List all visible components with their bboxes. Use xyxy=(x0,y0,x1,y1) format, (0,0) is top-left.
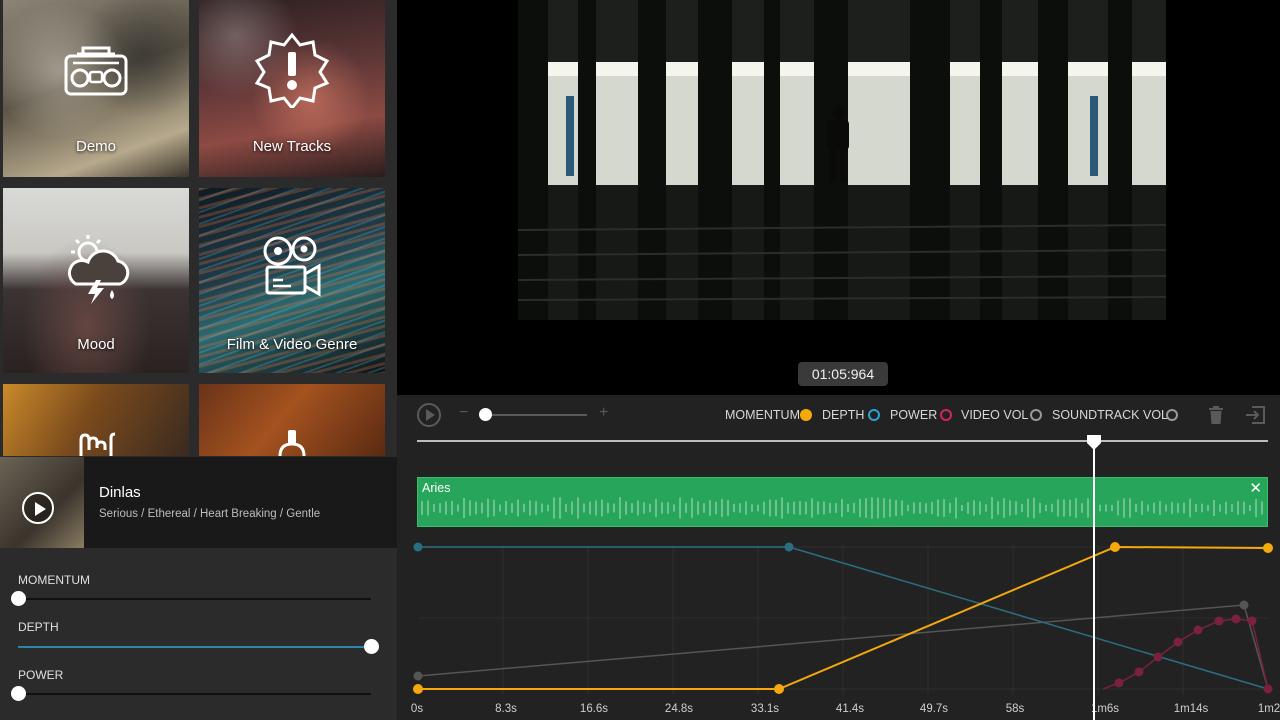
legend-depth[interactable]: DEPTH xyxy=(822,408,864,422)
power-line xyxy=(1102,618,1269,690)
category-tile-instrument[interactable] xyxy=(3,384,189,456)
time-tick-label: 0s xyxy=(410,703,424,715)
film-camera-icon xyxy=(263,236,321,297)
power-point[interactable] xyxy=(1247,616,1257,626)
zoom-slider-knob[interactable] xyxy=(479,408,492,421)
power-point[interactable] xyxy=(1193,625,1203,635)
playhead-handle-icon[interactable] xyxy=(1086,435,1102,451)
time-tick-label: 41.4s xyxy=(835,703,865,715)
power-point[interactable] xyxy=(1134,667,1144,677)
slider-fill xyxy=(18,646,371,648)
zoom-out-icon[interactable]: − xyxy=(459,404,468,422)
video-vol-point[interactable] xyxy=(413,671,423,681)
time-tick-label: 16.6s xyxy=(579,703,609,715)
soundtrack-clip[interactable]: Aries ✕ xyxy=(417,477,1268,527)
video-timecode: 01:05:964 xyxy=(798,362,888,386)
momentum-point[interactable] xyxy=(1110,542,1120,552)
power-slider[interactable] xyxy=(11,686,371,701)
depth-point[interactable] xyxy=(413,542,423,552)
power-point[interactable] xyxy=(1114,678,1124,688)
track-title: Dinlas xyxy=(99,484,141,501)
video-vol-point[interactable] xyxy=(1239,600,1249,610)
time-tick-label: 1m2 xyxy=(1257,703,1280,715)
depth-slider[interactable] xyxy=(18,639,379,654)
time-tick-label: 8.3s xyxy=(495,703,517,715)
category-tile-strings[interactable] xyxy=(199,384,385,456)
weather-storm-icon xyxy=(67,235,130,304)
play-button[interactable] xyxy=(22,492,54,524)
legend-momentum-dot xyxy=(800,409,812,421)
waveform xyxy=(421,497,1263,519)
legend-power[interactable]: POWER xyxy=(890,408,937,422)
time-tick-label: 58s xyxy=(1005,703,1025,715)
now-playing-bar xyxy=(0,457,397,548)
track-tags: Serious / Ethereal / Heart Breaking / Ge… xyxy=(99,508,321,520)
legend-momentum[interactable]: MOMENTUM xyxy=(725,408,800,422)
category-tile-demo[interactable]: Demo xyxy=(3,0,189,177)
momentum-point[interactable] xyxy=(774,684,784,694)
depth-slider-label: DEPTH xyxy=(18,620,59,634)
momentum-slider-label: MOMENTUM xyxy=(18,573,90,587)
legend-power-dot xyxy=(940,409,952,421)
category-tile-new-tracks[interactable]: New Tracks xyxy=(199,0,385,177)
legend-soundtrack-vol-dot xyxy=(1166,409,1178,421)
left-panel: Demo New Tracks Mood Film & Video Genre … xyxy=(0,0,397,720)
zoom-slider[interactable] xyxy=(483,414,587,416)
video-frame[interactable] xyxy=(518,0,1166,320)
time-tick-label: 1m14s xyxy=(1173,703,1209,715)
export-icon[interactable] xyxy=(1245,406,1265,424)
timeline-scrubber[interactable] xyxy=(417,440,1268,442)
slider-knob[interactable] xyxy=(11,591,26,606)
subway-scene-image xyxy=(518,0,1166,320)
trash-icon[interactable] xyxy=(1209,406,1223,424)
category-label: Demo xyxy=(75,138,116,155)
time-tick-label: 33.1s xyxy=(750,703,780,715)
legend-video-vol[interactable]: VIDEO VOL xyxy=(961,408,1028,422)
time-tick-label: 49.7s xyxy=(919,703,949,715)
power-point[interactable] xyxy=(1214,616,1224,626)
alert-badge-icon xyxy=(254,32,330,108)
momentum-point[interactable] xyxy=(1263,543,1273,553)
power-point[interactable] xyxy=(1173,637,1183,647)
power-point[interactable] xyxy=(1231,614,1241,624)
legend-depth-dot xyxy=(868,409,880,421)
slider-knob[interactable] xyxy=(11,686,26,701)
legend-soundtrack-vol[interactable]: SOUNDTRACK VOL xyxy=(1052,408,1168,422)
depth-point[interactable] xyxy=(784,542,794,552)
legend-video-vol-dot xyxy=(1030,409,1042,421)
timeline-panel: − + MOMENTUM DEPTH POWER VIDEO VOL SOUND… xyxy=(397,395,1280,720)
automation-graph[interactable] xyxy=(397,535,1280,720)
category-tile-film-video-genre[interactable]: Film & Video Genre xyxy=(199,188,385,373)
video-preview: 01:05:964 xyxy=(397,0,1280,395)
violin-icon xyxy=(278,430,306,456)
category-label: Film & Video Genre xyxy=(226,336,358,353)
time-tick-label: 24.8s xyxy=(664,703,694,715)
rock-hand-icon xyxy=(79,432,116,456)
power-point[interactable] xyxy=(1263,684,1273,694)
playhead-line[interactable] xyxy=(1093,441,1096,720)
app-window: Demo New Tracks Mood Film & Video Genre … xyxy=(0,0,1280,720)
momentum-slider[interactable] xyxy=(11,591,371,606)
category-label: New Tracks xyxy=(252,138,332,155)
category-label: Mood xyxy=(77,336,115,353)
power-point[interactable] xyxy=(1153,652,1163,662)
category-tile-mood[interactable]: Mood xyxy=(3,188,189,373)
momentum-point[interactable] xyxy=(413,684,423,694)
slider-knob[interactable] xyxy=(364,639,379,654)
power-slider-label: POWER xyxy=(18,668,64,682)
zoom-in-icon[interactable]: + xyxy=(599,404,608,422)
boombox-icon xyxy=(64,46,128,96)
timeline-play-button[interactable] xyxy=(417,403,441,427)
